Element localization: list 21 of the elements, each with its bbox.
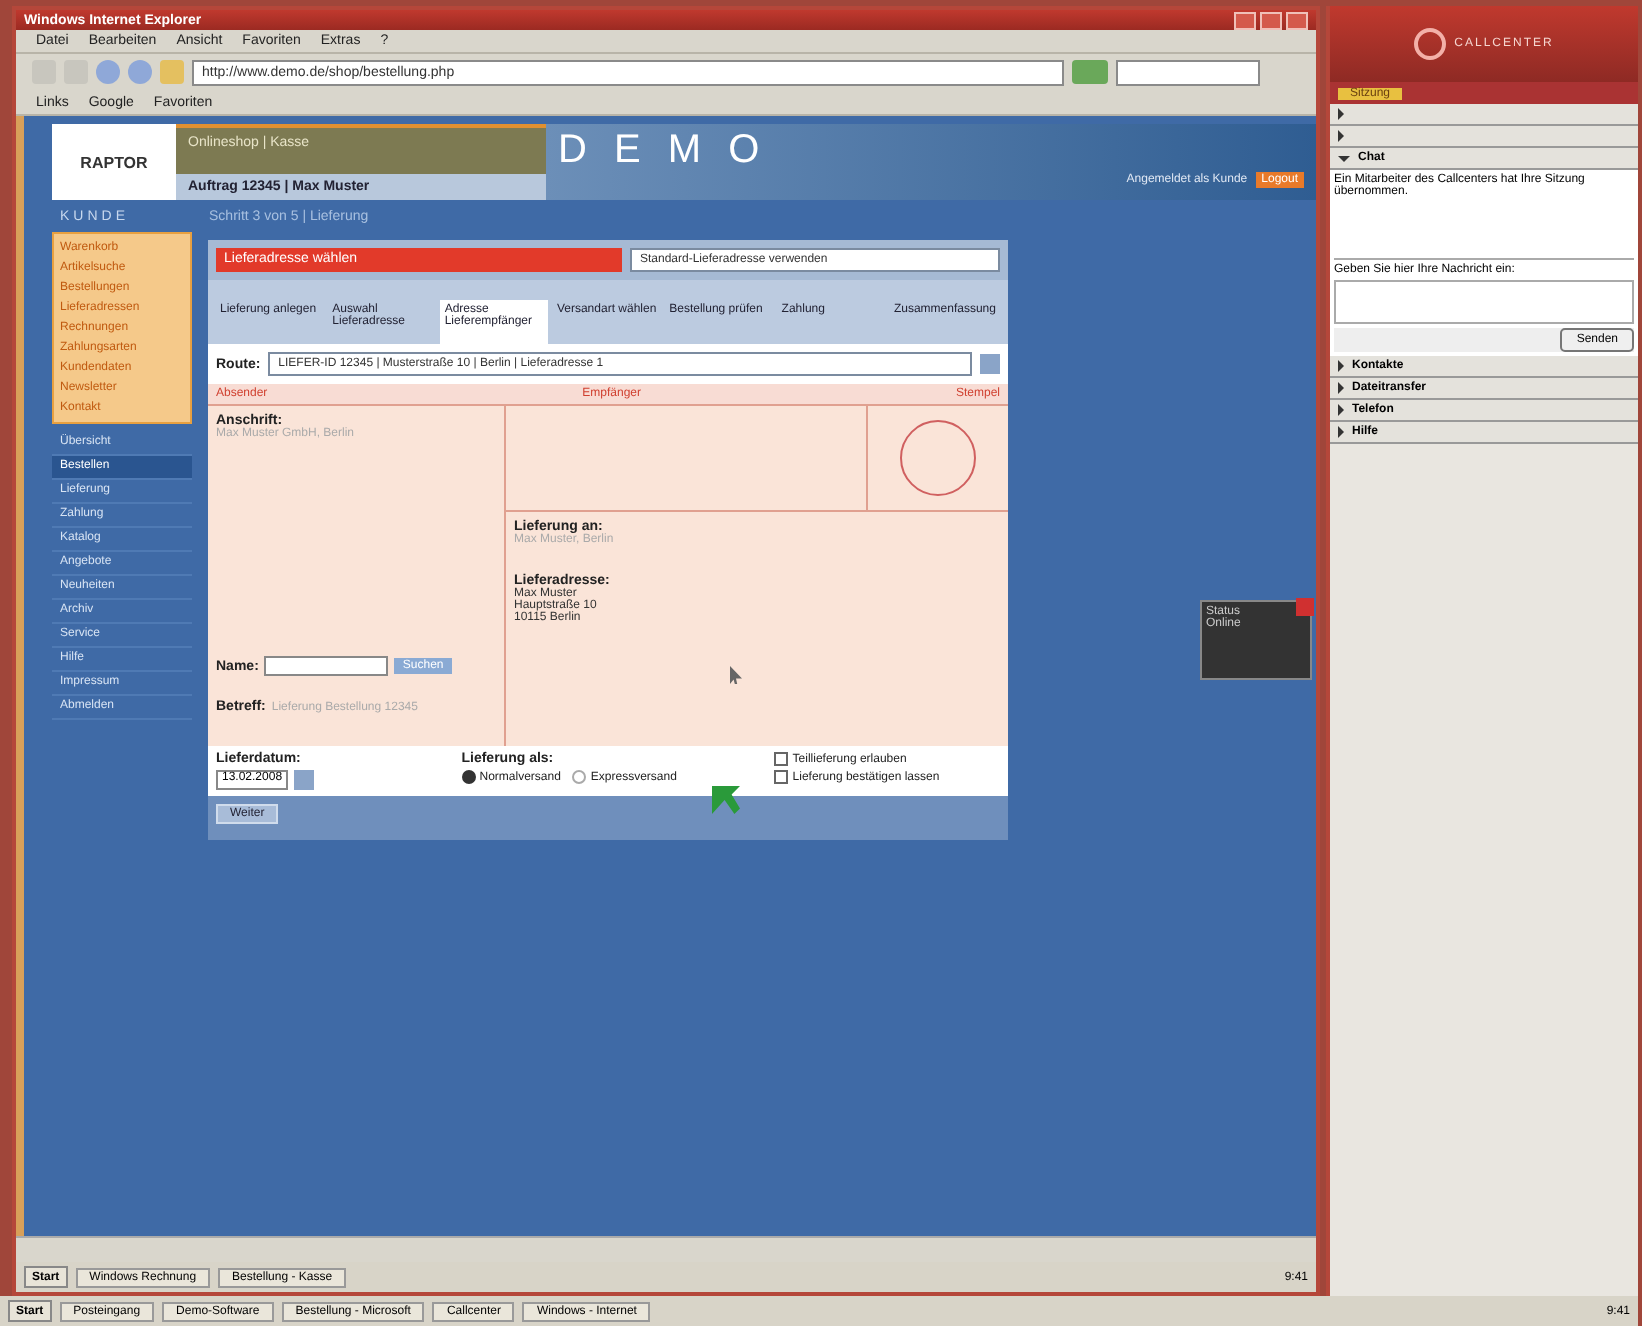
logo[interactable]: RAPTOR	[52, 124, 176, 200]
expand-icon[interactable]	[1338, 426, 1344, 438]
radio-button[interactable]	[572, 770, 587, 784]
expand-icon[interactable]	[1338, 108, 1344, 120]
window-control-icon[interactable]	[1234, 11, 1256, 29]
expand-icon[interactable]	[1338, 360, 1344, 372]
window-control-icon[interactable]	[1286, 11, 1308, 29]
window-control-icon[interactable]	[1260, 11, 1282, 29]
pointer-icon	[730, 666, 742, 684]
expand-icon[interactable]	[1338, 382, 1344, 394]
expand-icon[interactable]	[1338, 130, 1344, 142]
checkbox[interactable]	[774, 752, 789, 766]
name-field[interactable]	[264, 656, 389, 676]
banner-title: D E M O	[558, 128, 770, 172]
expand-icon[interactable]	[1338, 404, 1344, 416]
stamp-icon	[900, 420, 976, 496]
message-field[interactable]	[1334, 280, 1634, 324]
checkbox[interactable]	[774, 770, 789, 784]
collapse-icon[interactable]	[1338, 155, 1350, 161]
search-field[interactable]	[1116, 59, 1260, 85]
radio-button[interactable]	[461, 770, 476, 784]
